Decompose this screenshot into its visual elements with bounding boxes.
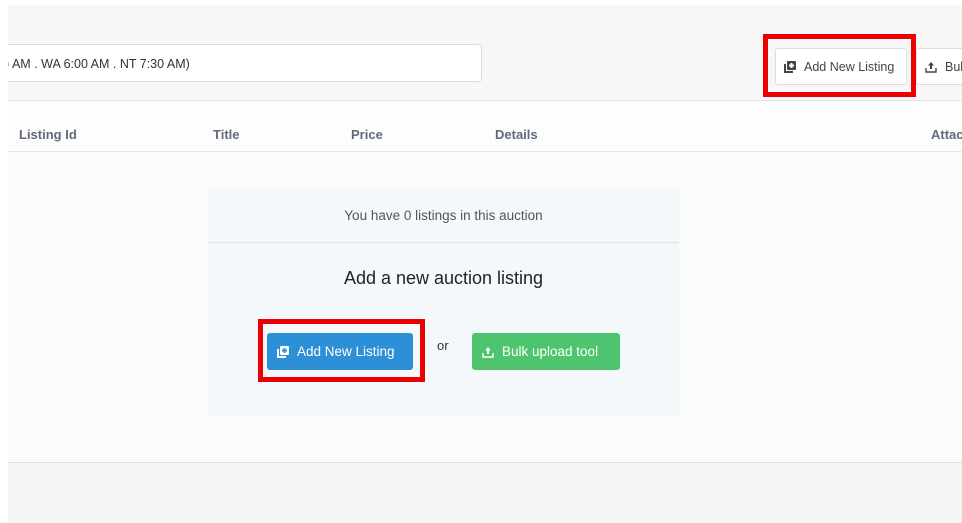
add-listing-icon	[784, 60, 796, 73]
column-header-listing-id[interactable]: Listing Id	[19, 127, 77, 142]
bulk-upload-tool-button[interactable]: Bulk upload tool	[472, 333, 620, 370]
left-gutter	[0, 5, 8, 522]
column-header-title[interactable]: Title	[213, 127, 240, 142]
toolbar-bulk-upload-label: Bul	[945, 59, 962, 74]
timezone-text: ) AM . WA 6:00 AM . NT 7:30 AM)	[8, 57, 190, 71]
listings-table-header: Listing Id Title Price Details Attac	[8, 101, 962, 152]
auction-timezone-field[interactable]: ) AM . WA 6:00 AM . NT 7:30 AM)	[8, 44, 482, 82]
empty-state-heading: Add a new auction listing	[343, 268, 544, 288]
column-header-details[interactable]: Details	[495, 127, 538, 142]
footer-band	[8, 462, 962, 523]
toolbar-add-listing-button[interactable]: Add New Listing	[775, 48, 907, 85]
toolbar-add-listing-label: Add New Listing	[804, 59, 895, 74]
add-new-listing-label: Add New Listing	[297, 344, 395, 359]
upload-icon	[925, 61, 937, 73]
empty-state-message: You have 0 listings in this auction	[208, 190, 679, 243]
upload-icon	[482, 346, 494, 358]
bulk-upload-tool-label: Bulk upload tool	[502, 344, 599, 359]
add-listing-icon	[277, 345, 289, 358]
or-separator: or	[437, 338, 449, 353]
add-new-listing-button[interactable]: Add New Listing	[267, 333, 413, 370]
column-header-attachments[interactable]: Attac	[931, 127, 962, 142]
column-header-price[interactable]: Price	[351, 127, 383, 142]
toolbar-bulk-upload-button[interactable]: Bul	[916, 48, 962, 85]
empty-state-panel: You have 0 listings in this auction Add …	[208, 190, 679, 415]
